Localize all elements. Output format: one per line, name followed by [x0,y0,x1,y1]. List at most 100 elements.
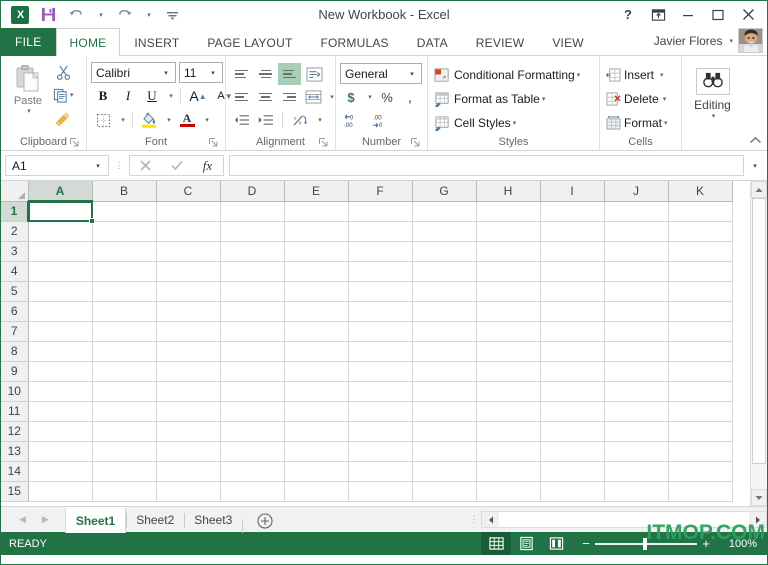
conditional-formatting-button[interactable]: ≠ Conditional Formatting ▾ [432,64,595,86]
tab-page-layout[interactable]: PAGE LAYOUT [193,29,306,56]
cell-k12[interactable] [668,421,733,442]
cell-g7[interactable] [412,321,477,342]
cell-k10[interactable] [668,381,733,402]
number-format-caret-icon[interactable]: ▾ [405,70,419,78]
cell-i4[interactable] [540,261,605,282]
merge-center-button[interactable] [302,86,324,108]
cell-a6[interactable] [28,301,93,322]
font-name-caret-icon[interactable]: ▾ [159,69,173,77]
col-header-e[interactable]: E [284,181,349,202]
close-button[interactable] [733,3,763,27]
cell-j2[interactable] [604,221,669,242]
col-header-b[interactable]: B [92,181,157,202]
cell-b14[interactable] [92,461,157,482]
cell-f15[interactable] [348,481,413,502]
cell-g14[interactable] [412,461,477,482]
cell-g2[interactable] [412,221,477,242]
font-dialog-launcher[interactable] [208,138,219,149]
cell-k9[interactable] [668,361,733,382]
scroll-right-button[interactable] [749,512,766,527]
cell-c15[interactable] [156,481,221,502]
format-caret-icon[interactable]: ▾ [664,119,668,127]
borders-caret-icon[interactable]: ▾ [116,109,128,131]
row-header-7[interactable]: 7 [1,321,29,342]
cell-i3[interactable] [540,241,605,262]
insert-caret-icon[interactable]: ▾ [660,71,664,79]
cell-f8[interactable] [348,341,413,362]
cell-f1[interactable] [348,201,413,222]
cell-i12[interactable] [540,421,605,442]
cell-d11[interactable] [220,401,285,422]
row-header-13[interactable]: 13 [1,441,29,462]
row-header-12[interactable]: 12 [1,421,29,442]
scroll-down-button[interactable] [751,489,767,506]
row-header-9[interactable]: 9 [1,361,29,382]
cell-a10[interactable] [28,381,93,402]
cell-e11[interactable] [284,401,349,422]
cell-c12[interactable] [156,421,221,442]
cell-g11[interactable] [412,401,477,422]
cell-f14[interactable] [348,461,413,482]
cell-c9[interactable] [156,361,221,382]
insert-cells-button[interactable]: Insert ▾ [604,64,677,86]
cell-g8[interactable] [412,341,477,362]
paste-caret-icon[interactable]: ▾ [27,107,31,115]
previous-sheet-button[interactable]: ◀ [19,514,26,525]
cell-k15[interactable] [668,481,733,502]
zoom-in-button[interactable]: + [697,536,715,551]
cell-k2[interactable] [668,221,733,242]
cell-k8[interactable] [668,341,733,362]
cell-j3[interactable] [604,241,669,262]
save-icon[interactable] [35,4,61,26]
row-header-1[interactable]: 1 [1,201,29,222]
cell-b9[interactable] [92,361,157,382]
cell-b15[interactable] [92,481,157,502]
cell-e15[interactable] [284,481,349,502]
row-header-11[interactable]: 11 [1,401,29,422]
enter-formula-button[interactable] [161,156,192,175]
next-sheet-button[interactable]: ▶ [42,514,49,525]
cell-i7[interactable] [540,321,605,342]
cell-h2[interactable] [476,221,541,242]
cell-g13[interactable] [412,441,477,462]
cell-g12[interactable] [412,421,477,442]
cell-b11[interactable] [92,401,157,422]
cell-d3[interactable] [220,241,285,262]
tab-split-grip[interactable]: ⋮ [467,514,481,525]
cell-j12[interactable] [604,421,669,442]
cell-e7[interactable] [284,321,349,342]
editing-button[interactable]: Editing ▾ [687,65,739,120]
fill-color-button[interactable] [137,109,161,131]
cell-c14[interactable] [156,461,221,482]
maximize-button[interactable] [703,3,733,27]
cell-a13[interactable] [28,441,93,462]
fill-color-caret-icon[interactable]: ▾ [162,109,174,131]
copy-button[interactable]: ▾ [51,84,76,106]
excel-logo-icon[interactable]: X [7,4,33,26]
cell-styles-caret-icon[interactable]: ▾ [513,119,517,127]
cell-e10[interactable] [284,381,349,402]
ribbon-display-options-icon[interactable] [643,3,673,27]
sheet-tab-sheet3[interactable]: Sheet3 [184,508,242,533]
cell-e14[interactable] [284,461,349,482]
increase-font-size-button[interactable]: A ▲ [185,85,211,107]
cell-b4[interactable] [92,261,157,282]
cell-b12[interactable] [92,421,157,442]
cell-c13[interactable] [156,441,221,462]
new-sheet-button[interactable] [253,509,277,533]
cell-j5[interactable] [604,281,669,302]
cell-h14[interactable] [476,461,541,482]
accounting-format-button[interactable]: $ [340,86,362,108]
cell-h11[interactable] [476,401,541,422]
cell-i2[interactable] [540,221,605,242]
cell-d14[interactable] [220,461,285,482]
cell-f7[interactable] [348,321,413,342]
cell-d2[interactable] [220,221,285,242]
cell-h3[interactable] [476,241,541,262]
col-header-g[interactable]: G [412,181,477,202]
cell-j8[interactable] [604,341,669,362]
scroll-left-button[interactable] [482,512,499,527]
cell-d12[interactable] [220,421,285,442]
sheet-tab-sheet2[interactable]: Sheet2 [126,508,184,533]
row-header-14[interactable]: 14 [1,461,29,482]
